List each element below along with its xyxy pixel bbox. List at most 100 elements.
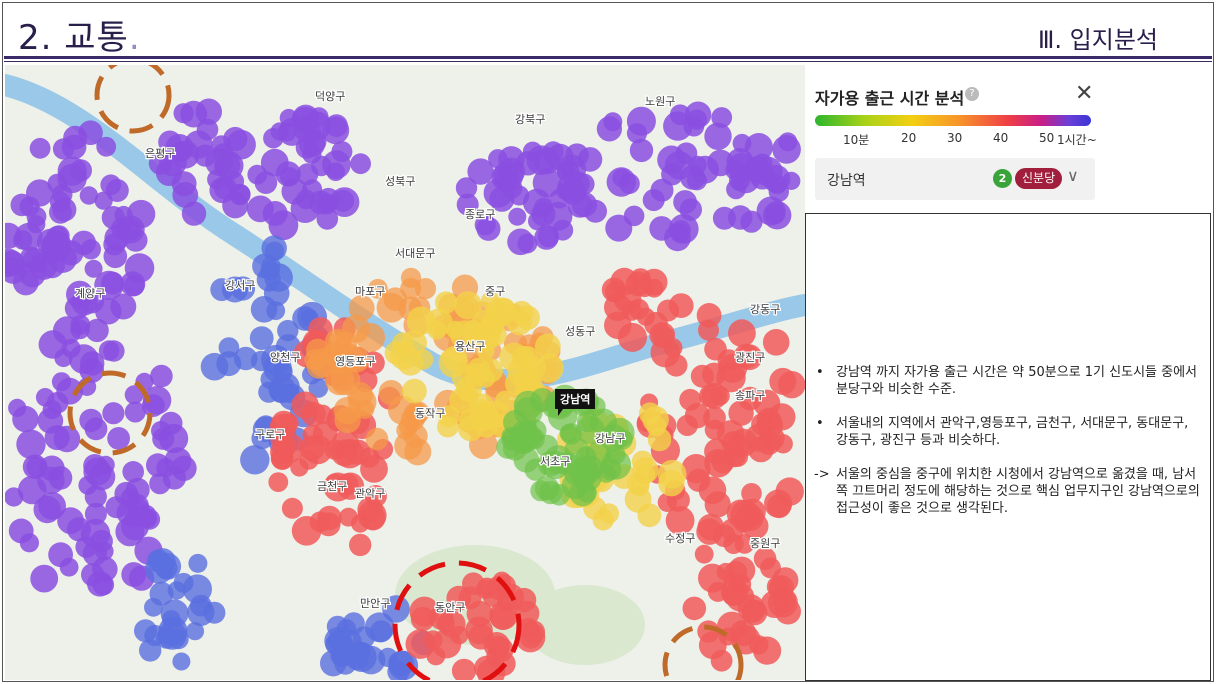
heat-blob-purple [30,564,59,593]
header-rule-thin [4,61,1212,62]
legend-tick: 50 [1039,131,1055,145]
heat-blob-red [450,625,469,645]
district-label: 마포구 [355,285,385,298]
heat-blob-red [704,337,727,361]
district-label: 서대문구 [395,247,435,260]
heat-blob-purple [116,501,140,525]
heat-blob-purple [209,177,236,204]
slide-header: 2. 교통. Ⅲ. 입지분석 [0,0,1216,62]
heat-blob-red [698,476,727,505]
heat-blob-orange [348,295,375,321]
heat-blob-blue [144,555,174,584]
heat-blob-purple [33,495,61,524]
heat-blob-red [271,447,294,470]
close-icon[interactable]: ✕ [1075,81,1093,106]
heat-blob-blue [261,256,281,276]
heat-blob-purple [61,338,81,358]
heat-blob-yellow [384,341,408,365]
heat-blob-purple [5,487,24,507]
heat-blob-green [599,458,622,481]
heat-blob-purple [331,141,353,163]
help-icon[interactable]: ? [965,87,979,101]
heat-blob-red [702,362,726,387]
heat-blob-purple [37,408,64,434]
heat-blob-purple [181,201,207,226]
heat-blob-purple [762,165,791,193]
heat-blob-purple [542,141,564,163]
heat-blob-purple [52,184,73,205]
heat-blob-yellow [657,459,687,489]
heat-blob-yellow [523,356,546,379]
heat-blob-red [739,498,766,526]
heat-blob-purple [263,128,284,149]
heat-blob-blue [337,629,362,654]
heat-blob-purple [29,137,51,159]
heat-blob-purple [12,405,39,433]
heat-blob-green [577,410,599,433]
heat-blob-purple [726,148,754,175]
heat-blob-purple [107,427,130,450]
highlight-circle [94,65,172,134]
note-item: • 강남역 까지 자가용 출근 시간은 약 50분으로 1기 신도시들 중에서 분… [814,364,1204,398]
heat-blob-purple [673,190,697,214]
note-text: 서울내의 지역에서 관악구,영등포구, 금천구, 서대문구, 동대문구, 강동구… [836,416,1189,448]
station-name: 강남역 [827,173,866,189]
heat-blob-red [291,391,319,419]
heat-blob-purple [39,252,65,279]
heat-blob-red [769,367,797,395]
heat-blob-red [405,629,436,659]
district-label: 금천구 [317,479,347,493]
heat-blob-red [665,506,695,535]
district-label: 강동구 [750,303,780,316]
heat-blob-yellow [459,408,482,431]
heat-blob-red [728,319,756,348]
heat-blob-orange [400,267,422,288]
heat-blob-purple [507,228,534,256]
heat-blob-purple [138,509,158,529]
commute-heatmap[interactable]: 덕양구 노원구 강북구 은평구 성북구 종로구 서대문구 마포구 중구 용산구 성동구 광진구 강서구 양… [5,65,805,680]
heat-blob-blue [364,612,395,643]
heat-blob-yellow [413,349,434,370]
heat-blob-red [657,299,679,322]
heat-blob-purple [105,179,129,202]
district-label: 성북구 [385,175,415,188]
station-pin[interactable]: 강남역 [555,389,596,416]
heat-blob-red [723,533,744,554]
heat-blob-purple [321,116,350,145]
heat-blob-red [753,547,777,570]
note-bullet: • [816,365,824,380]
heat-blob-red [604,311,632,340]
heat-blob-purple [103,244,128,269]
heat-blob-blue [188,553,208,573]
heat-blob-purple [123,275,145,297]
heat-blob-red [466,600,493,627]
heat-blob-orange [396,420,416,440]
district-label: 강남구 [595,432,625,445]
title-dot: . [128,18,141,58]
district-label: 강서구 [225,279,255,292]
heat-blob-red [694,544,714,564]
heat-blob-purple [80,239,101,260]
map-canvas[interactable]: 덕양구 노원구강북구은평구성북구종로구서대문구마포구 중구용산구 성동구광진구 강서구양… [5,65,805,680]
heat-blob-red [762,329,790,356]
heat-blob-blue [200,352,229,381]
district-label: 노원구 [645,95,675,108]
slide-title: 2. 교통. [18,18,141,58]
district-label: 동안구 [435,601,465,614]
district-label: 관악구 [355,487,385,500]
heat-blob-red [756,407,781,432]
district-label: 만안구 [360,597,390,610]
district-label: 양천구 [270,350,300,364]
note-text: 서울의 중심을 중구에 위치한 시청에서 강남역으로 옮겼을 때, 남서쪽 끄트… [836,467,1200,516]
heat-blob-purple [122,461,144,483]
heat-blob-yellow [637,503,662,528]
heat-blob-purple [778,132,798,152]
heat-blob-red [359,447,380,468]
heat-blob-purple [121,562,147,587]
heat-blob-purple [92,556,118,582]
station-selector[interactable]: 강남역 2 신분당 ∨ [815,158,1095,200]
heat-blob-red [730,620,757,647]
heat-blob-purple [19,533,39,553]
chevron-down-icon[interactable]: ∨ [1067,166,1079,185]
heat-blob-blue [218,337,240,358]
